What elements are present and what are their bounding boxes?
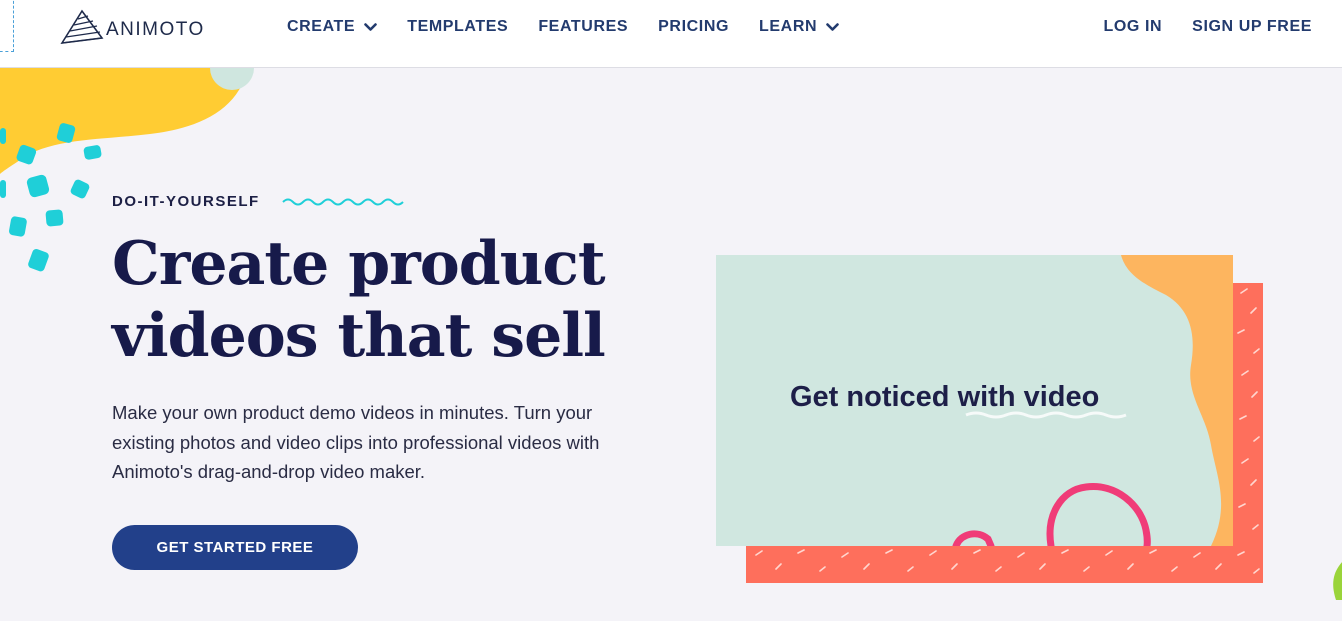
animoto-logo[interactable]: ANIMOTO xyxy=(60,8,205,46)
chevron-down-icon xyxy=(826,22,839,31)
nav-features-label: FEATURES xyxy=(538,18,629,35)
site-header: ANIMOTO CREATE TEMPLATES FEATURES PRICIN… xyxy=(0,0,1342,68)
nav-create[interactable]: CREATE xyxy=(287,18,378,36)
nav-pricing[interactable]: PRICING xyxy=(658,18,729,36)
main-nav: CREATE TEMPLATES FEATURES PRICING LEARN xyxy=(287,18,869,36)
login-link[interactable]: LOG IN xyxy=(1103,18,1162,36)
green-leaf-decoration xyxy=(1333,562,1342,600)
teal-brush-dots xyxy=(0,123,102,272)
eyebrow-text: DO-IT-YOURSELF xyxy=(112,193,260,210)
squiggle-decoration xyxy=(281,198,404,205)
headline-line-2: videos that sell xyxy=(112,301,606,371)
hero-description: Make your own product demo videos in min… xyxy=(112,402,600,482)
headline-line-1: Create product xyxy=(112,229,606,299)
dashed-frame-decoration xyxy=(0,0,14,52)
nav-templates-label: TEMPLATES xyxy=(407,18,509,35)
nav-pricing-label: PRICING xyxy=(658,18,730,35)
logo-mark-icon xyxy=(60,9,104,45)
video-title: Get noticed with video xyxy=(790,381,1100,413)
chevron-down-icon xyxy=(364,22,378,31)
get-started-button[interactable]: GET STARTED FREE xyxy=(112,525,358,570)
nav-learn[interactable]: LEARN xyxy=(759,18,839,36)
yellow-blob xyxy=(0,68,248,174)
account-nav: LOG IN SIGN UP FREE xyxy=(1073,18,1312,36)
logo-text: ANIMOTO xyxy=(106,19,205,40)
nav-create-label: CREATE xyxy=(287,18,356,35)
hero-eyebrow: DO-IT-YOURSELF xyxy=(112,193,404,210)
video-preview-card: Get noticed with video xyxy=(716,255,1266,585)
nav-features[interactable]: FEATURES xyxy=(538,18,628,36)
nav-learn-label: LEARN xyxy=(759,18,818,35)
hero-headline: Create product videos that sell xyxy=(112,228,606,372)
video-frame: Get noticed with video xyxy=(716,255,1233,546)
nav-templates[interactable]: TEMPLATES xyxy=(407,18,508,36)
signup-link[interactable]: SIGN UP FREE xyxy=(1192,18,1312,36)
